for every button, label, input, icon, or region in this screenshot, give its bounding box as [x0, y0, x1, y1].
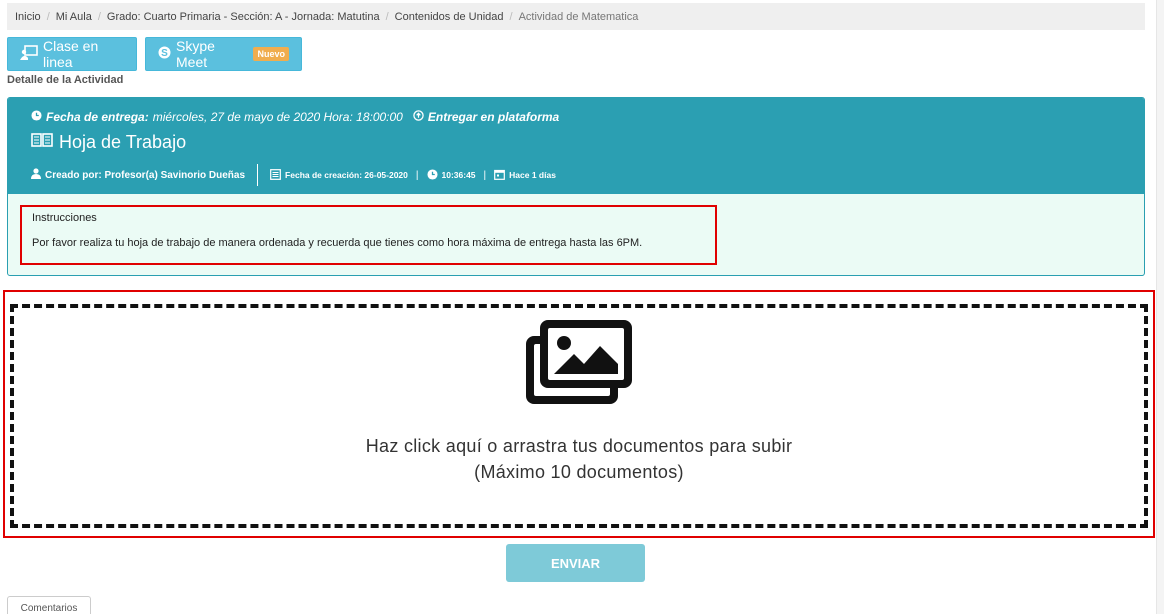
creation-time: 10:36:45	[426, 168, 476, 182]
breadcrumb-unit-contents[interactable]: Contenidos de Unidad	[395, 11, 504, 23]
activity-meta: Creado por: Profesor(a) Savinorio Dueñas…	[31, 164, 556, 186]
instructions-box: Instrucciones Por favor realiza tu hoja …	[20, 205, 717, 265]
tab-comments[interactable]: Comentarios	[7, 596, 91, 614]
divider	[257, 164, 259, 186]
send-button[interactable]: ENVIAR	[506, 544, 645, 582]
online-class-button[interactable]: Clase en linea	[7, 37, 137, 71]
user-icon	[31, 168, 41, 182]
action-buttons: Clase en linea S Skype Meet Nuevo	[7, 37, 302, 71]
breadcrumb: Inicio / Mi Aula / Grado: Cuarto Primari…	[7, 3, 1145, 30]
upload-instructions: Haz click aquí o arrastra tus documentos…	[365, 436, 793, 482]
submit-mode-label: Entregar en plataforma	[427, 110, 560, 124]
activity-title: Hoja de Trabajo	[59, 132, 187, 152]
skype-icon: S	[158, 46, 171, 62]
creation-date: Fecha de creación: 26-05-2020	[270, 168, 408, 182]
skype-meet-button[interactable]: S Skype Meet Nuevo	[145, 37, 302, 71]
due-date-value: miércoles, 27 de mayo de 2020 Hora: 18:0…	[152, 110, 403, 124]
submit-mode: Entregar en plataforma	[413, 110, 559, 124]
presentation-icon	[20, 44, 38, 64]
images-icon	[526, 320, 632, 409]
online-class-label: Clase en linea	[43, 38, 99, 70]
calendar-icon	[494, 169, 506, 182]
clock-icon	[31, 110, 42, 124]
breadcrumb-my-classroom[interactable]: Mi Aula	[56, 11, 92, 23]
due-date-line: Fecha de entrega: miércoles, 27 de mayo …	[31, 110, 559, 124]
new-badge: Nuevo	[253, 47, 289, 61]
instructions-title: Instrucciones	[32, 212, 97, 224]
breadcrumb-home[interactable]: Inicio	[15, 11, 41, 23]
calendar-list-icon	[270, 168, 281, 182]
clock-icon	[426, 168, 438, 182]
age-label: Hace 1 días	[509, 170, 556, 180]
age: Hace 1 días	[494, 169, 556, 182]
creator: Creado por: Profesor(a) Savinorio Dueñas	[31, 168, 245, 182]
breadcrumb-current: Actividad de Matematica	[518, 10, 639, 23]
breadcrumb-separator: /	[97, 10, 101, 23]
section-label: Detalle de la Actividad	[7, 74, 124, 86]
skype-meet-label: Skype Meet	[176, 38, 215, 70]
svg-text:S: S	[161, 48, 168, 59]
due-date-label: Fecha de entrega:	[46, 110, 149, 124]
breadcrumb-grade[interactable]: Grado: Cuarto Primaria - Sección: A - Jo…	[107, 11, 380, 23]
creator-label: Creado por: Profesor(a) Savinorio Dueñas	[45, 169, 246, 181]
breadcrumb-separator: /	[385, 10, 389, 23]
upload-highlight: Haz click aquí o arrastra tus documentos…	[3, 290, 1155, 538]
file-drop-zone[interactable]: Haz click aquí o arrastra tus documentos…	[10, 304, 1148, 528]
creation-date-label: Fecha de creación: 26-05-2020	[285, 170, 408, 180]
scrollbar[interactable]	[1156, 0, 1164, 614]
activity-header: Fecha de entrega: miércoles, 27 de mayo …	[8, 98, 1144, 194]
breadcrumb-separator: /	[509, 10, 513, 23]
activity-card: Fecha de entrega: miércoles, 27 de mayo …	[7, 97, 1145, 276]
breadcrumb-separator: /	[46, 10, 50, 23]
creation-time-label: 10:36:45	[441, 170, 476, 180]
activity-title-row: Hoja de Trabajo	[31, 132, 186, 153]
separator: |	[415, 169, 419, 181]
upload-circle-icon	[413, 110, 424, 124]
book-icon	[31, 132, 53, 153]
separator: |	[483, 169, 487, 181]
instructions-text: Por favor realiza tu hoja de trabajo de …	[32, 237, 643, 249]
